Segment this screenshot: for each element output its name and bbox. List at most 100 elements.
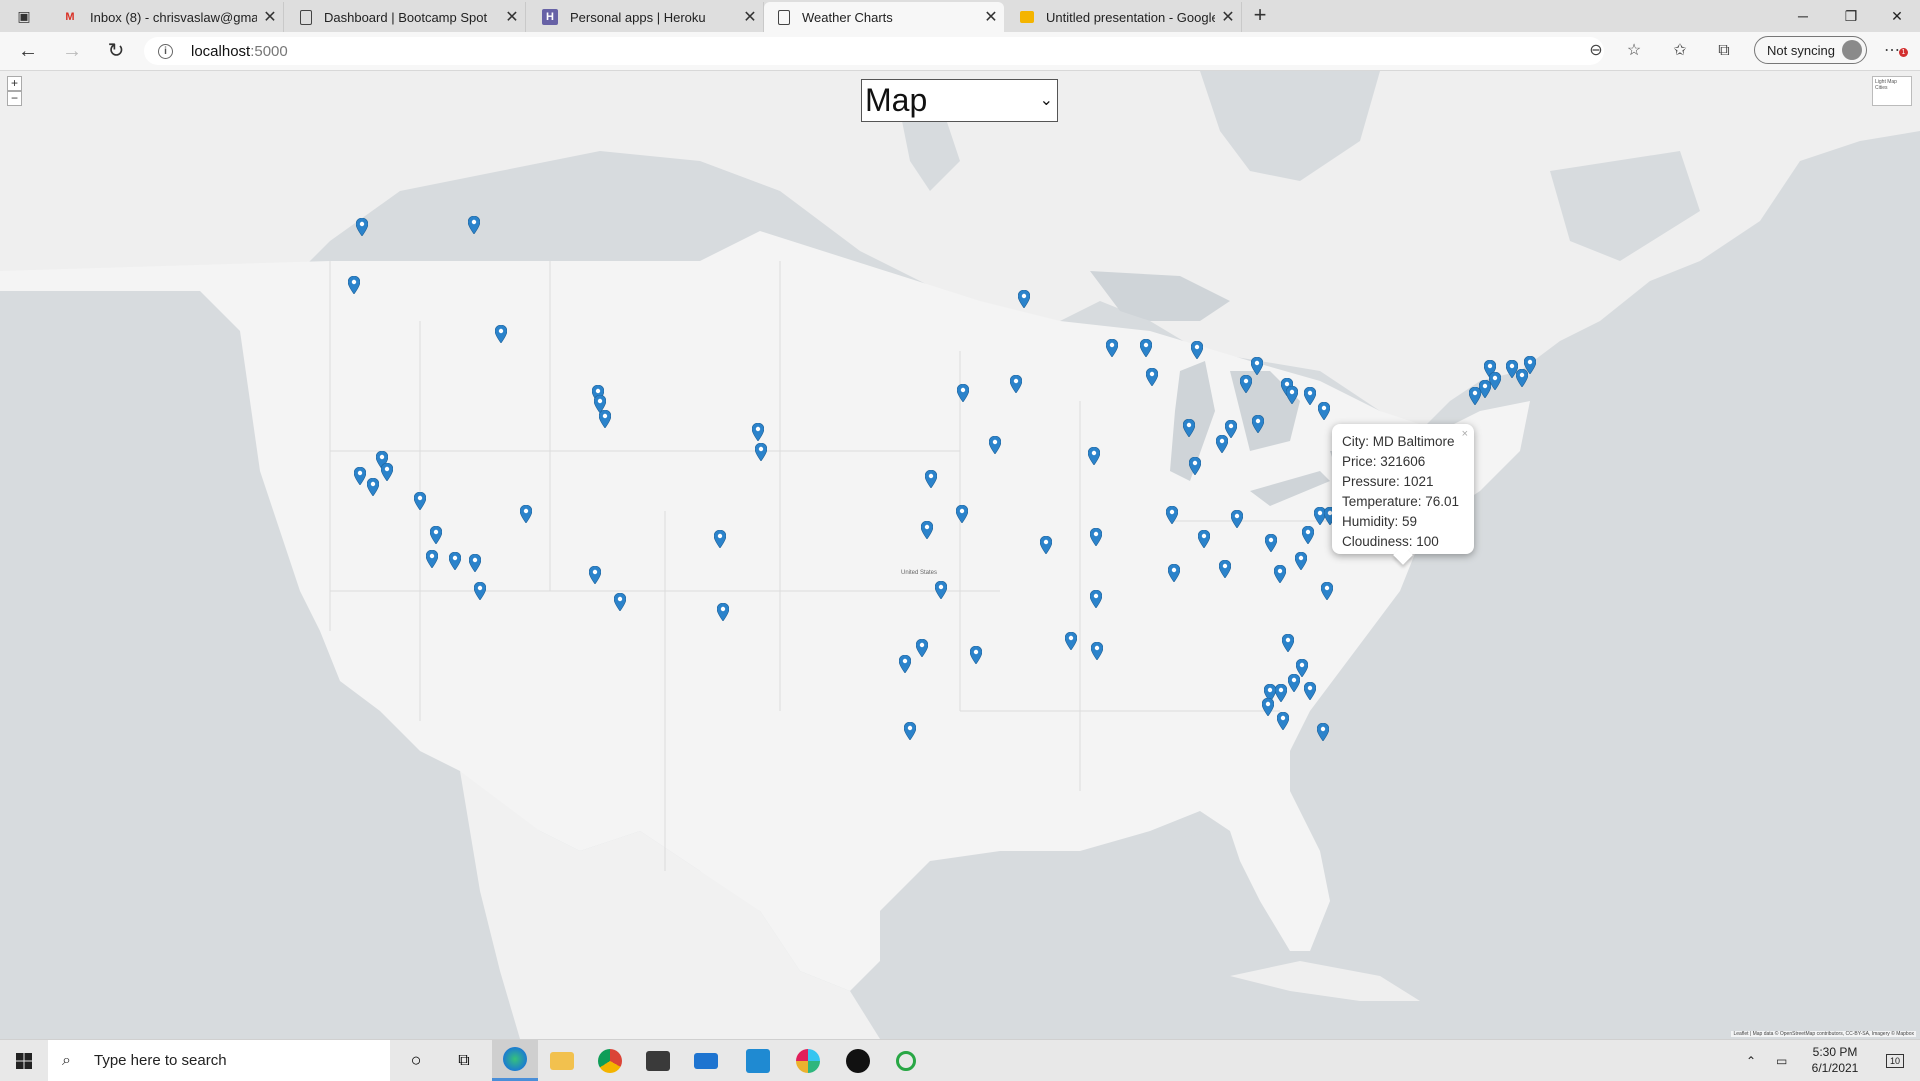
map-marker[interactable] [755, 443, 767, 461]
cortana-icon[interactable]: ○ [396, 1040, 436, 1081]
map-marker[interactable] [1282, 634, 1294, 652]
zoom-out-button[interactable]: − [7, 91, 22, 106]
map-marker[interactable] [1189, 457, 1201, 475]
map-marker[interactable] [1140, 339, 1152, 357]
close-tab-icon[interactable]: ✕ [1215, 7, 1241, 27]
leaflet-map[interactable]: + − Light Map Cities Map ⌄ United States… [0, 71, 1920, 1039]
close-window-button[interactable]: ✕ [1874, 4, 1920, 28]
map-marker[interactable] [1088, 447, 1100, 465]
layer-option[interactable]: Cities [1875, 85, 1909, 91]
tab-google-slides[interactable]: Untitled presentation - Google S ✕ [1006, 2, 1242, 32]
map-marker[interactable] [1318, 402, 1330, 420]
map-marker[interactable] [599, 410, 611, 428]
map-marker[interactable] [356, 218, 368, 236]
close-popup-icon[interactable]: × [1462, 424, 1468, 444]
map-marker[interactable] [752, 423, 764, 441]
map-marker[interactable] [1240, 375, 1252, 393]
back-button[interactable]: ← [14, 38, 42, 64]
map-marker[interactable] [474, 582, 486, 600]
map-marker[interactable] [495, 325, 507, 343]
map-marker[interactable] [989, 436, 1001, 454]
network-icon[interactable]: ▭ [1776, 1040, 1792, 1081]
map-marker[interactable] [367, 478, 379, 496]
chrome-button[interactable] [590, 1040, 630, 1081]
map-marker[interactable] [426, 550, 438, 568]
collections-icon[interactable]: ⧉ [1712, 40, 1736, 62]
map-attribution[interactable]: Leaflet | Map data © OpenStreetMap contr… [1731, 1031, 1916, 1037]
map-marker[interactable] [1295, 552, 1307, 570]
address-bar[interactable]: i localhost :5000 [144, 37, 1604, 65]
profile-sync-button[interactable]: Not syncing [1754, 36, 1867, 64]
map-marker[interactable] [1216, 435, 1228, 453]
tab-heroku[interactable]: H Personal apps | Heroku ✕ [528, 2, 764, 32]
site-info-icon[interactable]: i [158, 43, 173, 59]
tab-weather-charts[interactable]: Weather Charts ✕ [764, 2, 1004, 32]
close-tab-icon[interactable]: ✕ [257, 7, 283, 27]
add-favorite-icon[interactable]: ☆ [1622, 40, 1646, 62]
map-marker[interactable] [520, 505, 532, 523]
map-marker[interactable] [348, 276, 360, 294]
map-marker[interactable] [970, 646, 982, 664]
taskbar-search[interactable]: ⌕ Type here to search [48, 1040, 390, 1081]
vscode-button[interactable] [738, 1040, 778, 1081]
close-tab-icon[interactable]: ✕ [737, 7, 763, 27]
map-marker[interactable] [921, 521, 933, 539]
map-marker[interactable] [1065, 632, 1077, 650]
map-marker[interactable] [957, 384, 969, 402]
map-marker[interactable] [1219, 560, 1231, 578]
map-marker[interactable] [1524, 356, 1536, 374]
close-tab-icon[interactable]: ✕ [499, 7, 525, 27]
settings-more-icon[interactable]: ⋯ 1 [1880, 40, 1908, 62]
map-marker[interactable] [1304, 682, 1316, 700]
map-marker[interactable] [904, 722, 916, 740]
map-marker[interactable] [468, 216, 480, 234]
map-marker[interactable] [1286, 386, 1298, 404]
map-marker[interactable] [381, 463, 393, 481]
show-hidden-icons[interactable]: ⌃ [1746, 1040, 1762, 1081]
tab-gmail[interactable]: M Inbox (8) - chrisvaslaw@gmail.co ✕ [48, 2, 284, 32]
map-marker[interactable] [714, 530, 726, 548]
map-marker[interactable] [1274, 565, 1286, 583]
map-marker[interactable] [1191, 341, 1203, 359]
notification-center-button[interactable]: 10 [1880, 1040, 1910, 1081]
refresh-button[interactable]: ↻ [102, 38, 130, 64]
zoom-out-icon[interactable]: ⊖ [1584, 40, 1608, 62]
zoom-in-button[interactable]: + [7, 76, 22, 91]
map-marker[interactable] [1288, 674, 1300, 692]
map-marker[interactable] [1146, 368, 1158, 386]
restore-button[interactable]: ❐ [1828, 4, 1874, 28]
map-marker[interactable] [1252, 415, 1264, 433]
store-button[interactable] [638, 1040, 678, 1081]
map-marker[interactable] [1168, 564, 1180, 582]
map-marker[interactable] [354, 467, 366, 485]
spinner-app-button[interactable] [886, 1040, 926, 1081]
map-marker[interactable] [1018, 290, 1030, 308]
map-marker[interactable] [1090, 590, 1102, 608]
layer-control[interactable]: Light Map Cities [1872, 76, 1912, 106]
close-tab-icon[interactable]: ✕ [978, 7, 1004, 27]
map-marker[interactable] [1183, 419, 1195, 437]
map-marker[interactable] [925, 470, 937, 488]
map-marker[interactable] [1106, 339, 1118, 357]
favorites-icon[interactable]: ✩ [1668, 40, 1692, 62]
map-marker[interactable] [1275, 684, 1287, 702]
map-marker[interactable] [1231, 510, 1243, 528]
map-marker[interactable] [1469, 387, 1481, 405]
map-marker[interactable] [899, 655, 911, 673]
map-marker[interactable] [935, 581, 947, 599]
map-marker[interactable] [1090, 528, 1102, 546]
view-select[interactable]: Map ⌄ [861, 79, 1058, 122]
tab-actions-icon[interactable]: ▣ [8, 6, 40, 26]
map-marker[interactable] [956, 505, 968, 523]
map-marker[interactable] [1302, 526, 1314, 544]
start-button[interactable] [0, 1040, 48, 1081]
map-marker[interactable] [1010, 375, 1022, 393]
map-marker[interactable] [1091, 642, 1103, 660]
edge-taskbar-button[interactable] [492, 1040, 538, 1081]
minimize-button[interactable]: ─ [1780, 4, 1826, 28]
forward-button[interactable]: → [58, 38, 86, 64]
map-marker[interactable] [469, 554, 481, 572]
map-marker[interactable] [1304, 387, 1316, 405]
map-marker[interactable] [1166, 506, 1178, 524]
map-marker[interactable] [717, 603, 729, 621]
